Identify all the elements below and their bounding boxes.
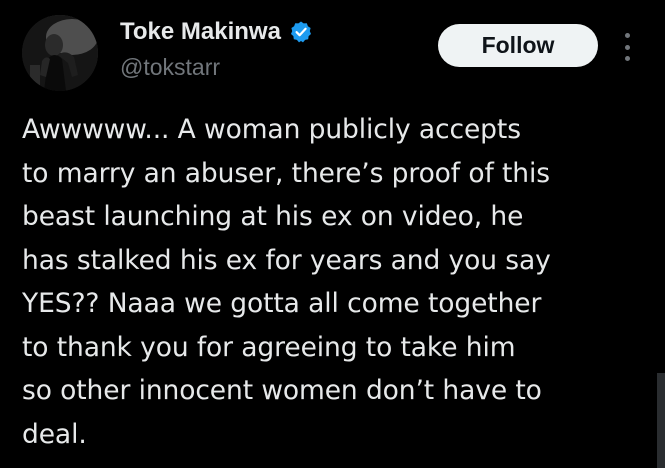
tweet-card: Toke Makinwa @tokstarr Follow Awwwww... … bbox=[0, 0, 665, 468]
more-dot-icon bbox=[624, 56, 630, 61]
avatar-photo bbox=[22, 15, 98, 91]
verified-badge-icon bbox=[289, 20, 313, 44]
tweet-text-line: to thank you for agreeing to take him bbox=[22, 331, 516, 363]
tweet-text-line: has stalked his ex for years and you say bbox=[22, 244, 551, 276]
tweet-text-line: deal. bbox=[22, 418, 87, 450]
tweet-text-line: beast launching at his ex on video, he bbox=[22, 201, 524, 232]
follow-button[interactable]: Follow bbox=[438, 24, 598, 67]
scrollbar[interactable] bbox=[657, 373, 665, 468]
tweet-text-line: so other innocent women don’t have to bbox=[22, 375, 542, 406]
tweet-text: Awwwww... A woman publicly accepts to ma… bbox=[22, 108, 652, 456]
display-name[interactable]: Toke Makinwa bbox=[120, 18, 281, 46]
tweet-text-line: to marry an abuser, there’s proof of thi… bbox=[22, 157, 550, 189]
more-dot-icon bbox=[624, 33, 630, 38]
avatar[interactable] bbox=[22, 15, 98, 91]
tweet-text-line: Awwwww... A woman publicly accepts bbox=[22, 114, 521, 145]
tweet-text-line: YES?? Naaa we gotta all come together bbox=[22, 288, 542, 319]
more-dot-icon bbox=[624, 44, 630, 50]
author-name-row: Toke Makinwa bbox=[120, 18, 313, 46]
more-vertical-icon[interactable] bbox=[620, 33, 634, 61]
author-handle[interactable]: @tokstarr bbox=[120, 54, 220, 81]
